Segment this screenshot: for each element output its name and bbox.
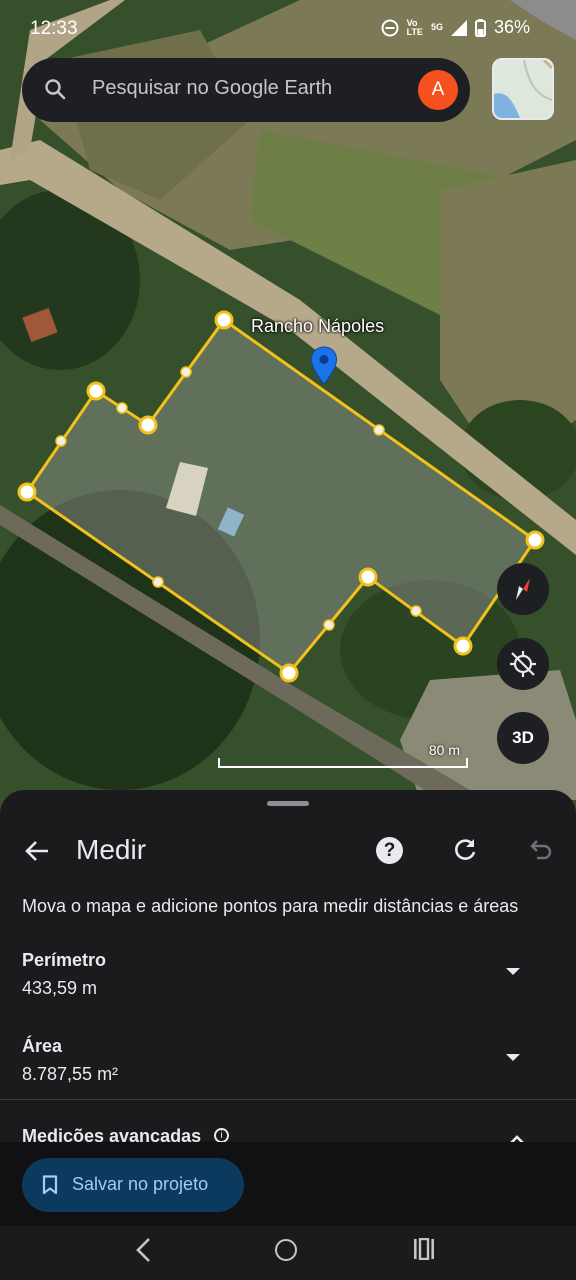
location-pin-icon[interactable] <box>310 346 338 386</box>
do-not-disturb-icon <box>381 19 399 36</box>
3d-toggle-button[interactable]: 3D <box>497 712 549 764</box>
search-icon <box>45 79 66 100</box>
info-icon[interactable]: i <box>214 1128 229 1142</box>
status-time: 12:33 <box>30 18 78 39</box>
sheet-header: Medir ? <box>0 826 576 874</box>
divider <box>0 1099 576 1100</box>
save-to-project-button[interactable]: Salvar no projeto <box>22 1158 244 1212</box>
system-nav-bar <box>0 1226 576 1280</box>
perimeter-label: Perímetro <box>22 950 107 970</box>
perimeter-value: 433,59 m <box>22 978 98 998</box>
save-to-project-label: Salvar no projeto <box>72 1174 209 1194</box>
nav-back-icon[interactable] <box>134 1237 154 1263</box>
perimeter-row[interactable]: Perímetro 433,59 m <box>0 950 576 1010</box>
undo-icon[interactable] <box>525 835 555 865</box>
chevron-down-icon[interactable] <box>506 968 520 975</box>
signal-icon <box>450 19 467 36</box>
area-label: Área <box>22 1036 63 1056</box>
area-row[interactable]: Área 8.787,55 m² <box>0 1036 576 1096</box>
map-view[interactable]: 12:33 Vo LTE 5G 36% Pesquisar no Google E <box>0 0 576 820</box>
network-type: 5G <box>430 22 443 32</box>
arrow-left-icon[interactable] <box>22 836 52 866</box>
compass-button[interactable] <box>497 563 549 615</box>
status-icons: Vo LTE 5G 36% <box>381 17 530 38</box>
chevron-up-icon[interactable] <box>510 1135 524 1142</box>
scale-label: 80 m <box>428 742 460 758</box>
map-style-button[interactable] <box>492 58 554 120</box>
satellite-imagery <box>0 0 576 820</box>
page-title: Medir <box>76 834 147 865</box>
compass-icon <box>516 578 530 600</box>
refresh-icon[interactable] <box>450 835 480 865</box>
chevron-down-icon[interactable] <box>506 1054 520 1061</box>
search-bar[interactable]: Pesquisar no Google Earth A <box>22 58 470 122</box>
location-off-icon <box>510 651 536 677</box>
advanced-measurements-label[interactable]: Medições avançadas <box>22 1126 201 1142</box>
place-label[interactable]: Rancho Nápoles <box>251 316 384 337</box>
scale-line <box>218 758 468 768</box>
area-value: 8.787,55 m² <box>22 1064 119 1084</box>
drag-handle[interactable] <box>267 801 309 806</box>
save-bar: Salvar no projeto <box>0 1142 576 1226</box>
battery-percent: 36% <box>493 17 530 37</box>
bookmark-icon <box>42 1175 58 1195</box>
nav-recent-icon[interactable] <box>412 1238 436 1260</box>
search-input[interactable]: Pesquisar no Google Earth <box>92 77 332 100</box>
map-thumbnail-icon <box>494 60 552 118</box>
measure-sheet: Medir ? Mova o mapa e adicione pontos pa… <box>0 790 576 1142</box>
volte-indicator: Vo LTE <box>406 17 423 37</box>
my-location-button[interactable] <box>497 638 549 690</box>
status-bar: 12:33 Vo LTE 5G 36% <box>0 0 576 56</box>
avatar[interactable]: A <box>418 70 458 110</box>
help-circle-icon[interactable]: ? <box>376 837 403 864</box>
scale-bar: 80 m <box>218 742 468 768</box>
instruction-text: Mova o mapa e adicione pontos para medir… <box>22 896 519 916</box>
nav-home-icon[interactable] <box>275 1239 297 1261</box>
battery-icon <box>474 18 486 37</box>
